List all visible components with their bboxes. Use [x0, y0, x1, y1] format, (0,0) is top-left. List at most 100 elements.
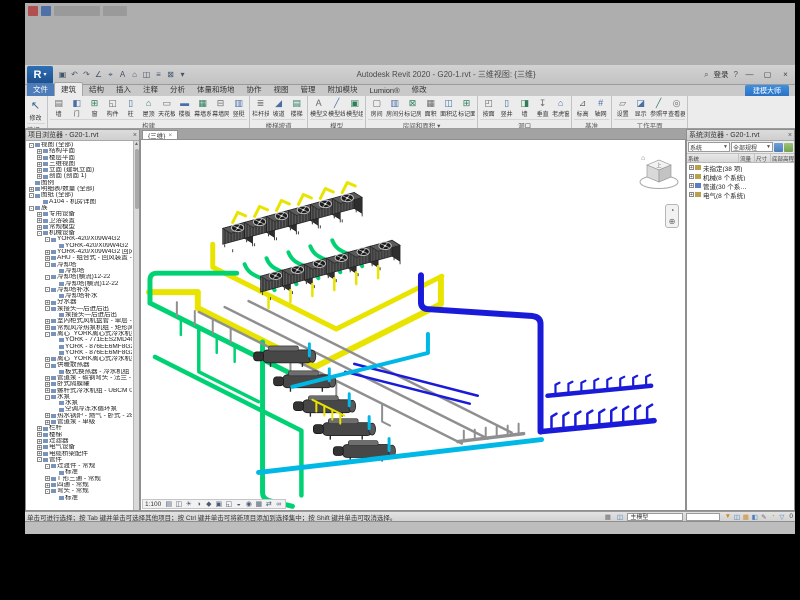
ribbon-tool[interactable]: ⊿标高 [574, 97, 591, 118]
minimize-button[interactable]: — [743, 70, 756, 79]
editing-requests-icon[interactable]: ✎ [759, 513, 768, 521]
measure-icon[interactable]: ∠ [93, 68, 104, 81]
ribbon-tab[interactable]: 附加模块 [322, 83, 364, 96]
workset-editing-icon[interactable]: ◫ [615, 513, 624, 521]
temporary-hide-isolate-icon[interactable]: ◒ [234, 500, 243, 509]
ribbon-tool[interactable]: ╱参照平面 [650, 97, 667, 118]
system-row[interactable]: + 管道(30 个系… [687, 181, 794, 190]
ribbon-tool[interactable]: ≣栏杆扶手 [252, 97, 269, 118]
tree-expander-icon[interactable]: + [37, 439, 42, 444]
crop-view-icon[interactable]: ▣ [214, 500, 223, 509]
scrollbar-thumb[interactable] [135, 149, 139, 209]
ribbon-tool[interactable]: ⊠标记房间 [404, 97, 421, 118]
ribbon-tool[interactable]: ╱模型线 [328, 97, 345, 118]
tree-expander-icon[interactable]: - [29, 143, 34, 148]
tree-expander-icon[interactable]: + [37, 174, 42, 179]
close-icon[interactable]: × [788, 132, 792, 139]
tree-expander-icon[interactable]: + [37, 432, 42, 437]
signin-button[interactable]: 登录 [714, 69, 729, 80]
ribbon-tool[interactable]: ▭天花板 [158, 97, 175, 118]
close-button[interactable]: × [779, 70, 792, 79]
tree-expander-icon[interactable]: - [45, 332, 50, 337]
tree-expander-icon[interactable]: - [45, 363, 50, 368]
reveal-hidden-elements-icon[interactable]: ◉ [244, 500, 253, 509]
tree-expander-icon[interactable]: - [45, 306, 50, 311]
column-header[interactable]: 系统 [687, 154, 739, 162]
sun-path-icon[interactable]: ☀ [184, 500, 193, 509]
tree-expander-icon[interactable]: + [45, 376, 50, 381]
plugin-button[interactable]: 建模大师 [745, 85, 789, 97]
detail-level-icon[interactable]: ▤ [164, 500, 173, 509]
tree-expander-icon[interactable]: + [45, 382, 50, 387]
tree-expander-icon[interactable]: - [45, 489, 50, 494]
save-icon[interactable]: ▣ [57, 68, 68, 81]
ribbon-tool[interactable]: ▱设置 [614, 97, 631, 118]
tree-expander-icon[interactable]: + [45, 319, 50, 324]
tree-item[interactable]: 标准 [26, 495, 132, 501]
ribbon-tool[interactable]: ◫面积边界 [440, 97, 457, 118]
mep-3d-model[interactable] [141, 140, 685, 510]
steering-wheel-icon[interactable]: ◔ [670, 206, 675, 215]
tree-expander-icon[interactable]: + [45, 476, 50, 481]
tree-expander-icon[interactable]: + [45, 388, 50, 393]
tree-expander-icon[interactable]: + [689, 165, 694, 170]
tree-expander-icon[interactable]: + [45, 250, 50, 255]
ribbon-tool[interactable]: ⊞标记面积 [458, 97, 475, 118]
tree-expander-icon[interactable]: + [45, 413, 50, 418]
render-icon[interactable]: ◆ [204, 500, 213, 509]
tree-expander-icon[interactable]: + [45, 325, 50, 330]
column-header[interactable]: 流量 [739, 154, 755, 162]
worksharing-display-icon[interactable]: ◧ [750, 513, 759, 521]
editable-only-icon[interactable]: ◫ [732, 513, 741, 521]
app-menu-button[interactable]: R▾ [27, 66, 53, 84]
ribbon-tool[interactable]: ⊟幕墙网格 [212, 97, 229, 118]
ribbon-tool[interactable]: A模型文字 [310, 97, 327, 118]
visual-style-icon[interactable]: ◫ [174, 500, 183, 509]
navigation-bar[interactable]: ◔ ⊕ [665, 204, 679, 228]
ribbon-tool[interactable]: ◎查看器 [668, 97, 685, 118]
ribbon-tool[interactable]: ▤楼梯 [288, 97, 305, 118]
constraints-icon[interactable]: ∞ [274, 500, 283, 509]
system-row[interactable]: + 机械(8 个系统) [687, 172, 794, 181]
ribbon-tool[interactable]: ⌂屋顶 [140, 97, 157, 118]
system-row[interactable]: + 未指定(38 项) [687, 163, 794, 172]
ribbon-tool[interactable]: ◢坡道 [270, 97, 287, 118]
tree-expander-icon[interactable]: - [37, 231, 42, 236]
ribbon-tool[interactable]: ▣模型组 [346, 97, 363, 118]
ribbon-tool[interactable]: ▬楼板 [176, 97, 193, 118]
ribbon-tool[interactable]: ◱构件 [104, 97, 121, 118]
ribbon-tab[interactable]: 分析 [164, 83, 191, 96]
autofit-icon[interactable] [774, 143, 783, 152]
ribbon-tool[interactable]: ◰按面 [480, 97, 497, 118]
tree-expander-icon[interactable]: + [29, 187, 34, 192]
tree-expander-icon[interactable]: + [37, 426, 42, 431]
ribbon-tool[interactable]: ▢房间 [368, 97, 385, 118]
section-icon[interactable]: ◫ [141, 68, 152, 81]
column-header[interactable]: 尺寸 [755, 154, 771, 162]
tree-expander-icon[interactable]: - [45, 464, 50, 469]
ribbon-tool[interactable]: ▯竖井 [498, 97, 515, 118]
thin-lines-icon[interactable]: ≡ [153, 68, 164, 81]
tree-expander-icon[interactable]: + [37, 218, 42, 223]
text-icon[interactable]: A [117, 68, 128, 81]
customize-qat-icon[interactable]: ▾ [177, 68, 188, 81]
close-icon[interactable]: × [168, 132, 172, 139]
system-browser-header[interactable]: 系统浏览器 - G20-1.rvt × [687, 130, 794, 141]
tree-expander-icon[interactable]: + [37, 451, 42, 456]
tree-expander-icon[interactable]: - [45, 275, 50, 280]
ribbon-tab[interactable]: 文件 [27, 83, 54, 96]
sync-icon[interactable]: ◔ [768, 513, 777, 521]
ribbon-tool[interactable]: ↖修改 [27, 97, 44, 122]
ribbon-tab[interactable]: Lumion® [364, 85, 406, 96]
temporary-view-properties-icon[interactable]: ▦ [254, 500, 263, 509]
view-tab[interactable]: {三维} × [142, 130, 178, 139]
ribbon-tab[interactable]: 结构 [83, 83, 110, 96]
ribbon-tool[interactable]: ◧门 [68, 97, 85, 118]
project-browser-scrollbar[interactable]: ▲ [133, 141, 139, 510]
tree-expander-icon[interactable]: + [37, 225, 42, 230]
tree-expander-icon[interactable]: + [37, 168, 42, 173]
tree-expander-icon[interactable]: + [37, 162, 42, 167]
system-row[interactable]: + 电气(8 个系统) [687, 190, 794, 199]
ribbon-tab[interactable]: 协作 [241, 83, 268, 96]
default-3d-view-icon[interactable]: ⌂ [129, 68, 140, 81]
